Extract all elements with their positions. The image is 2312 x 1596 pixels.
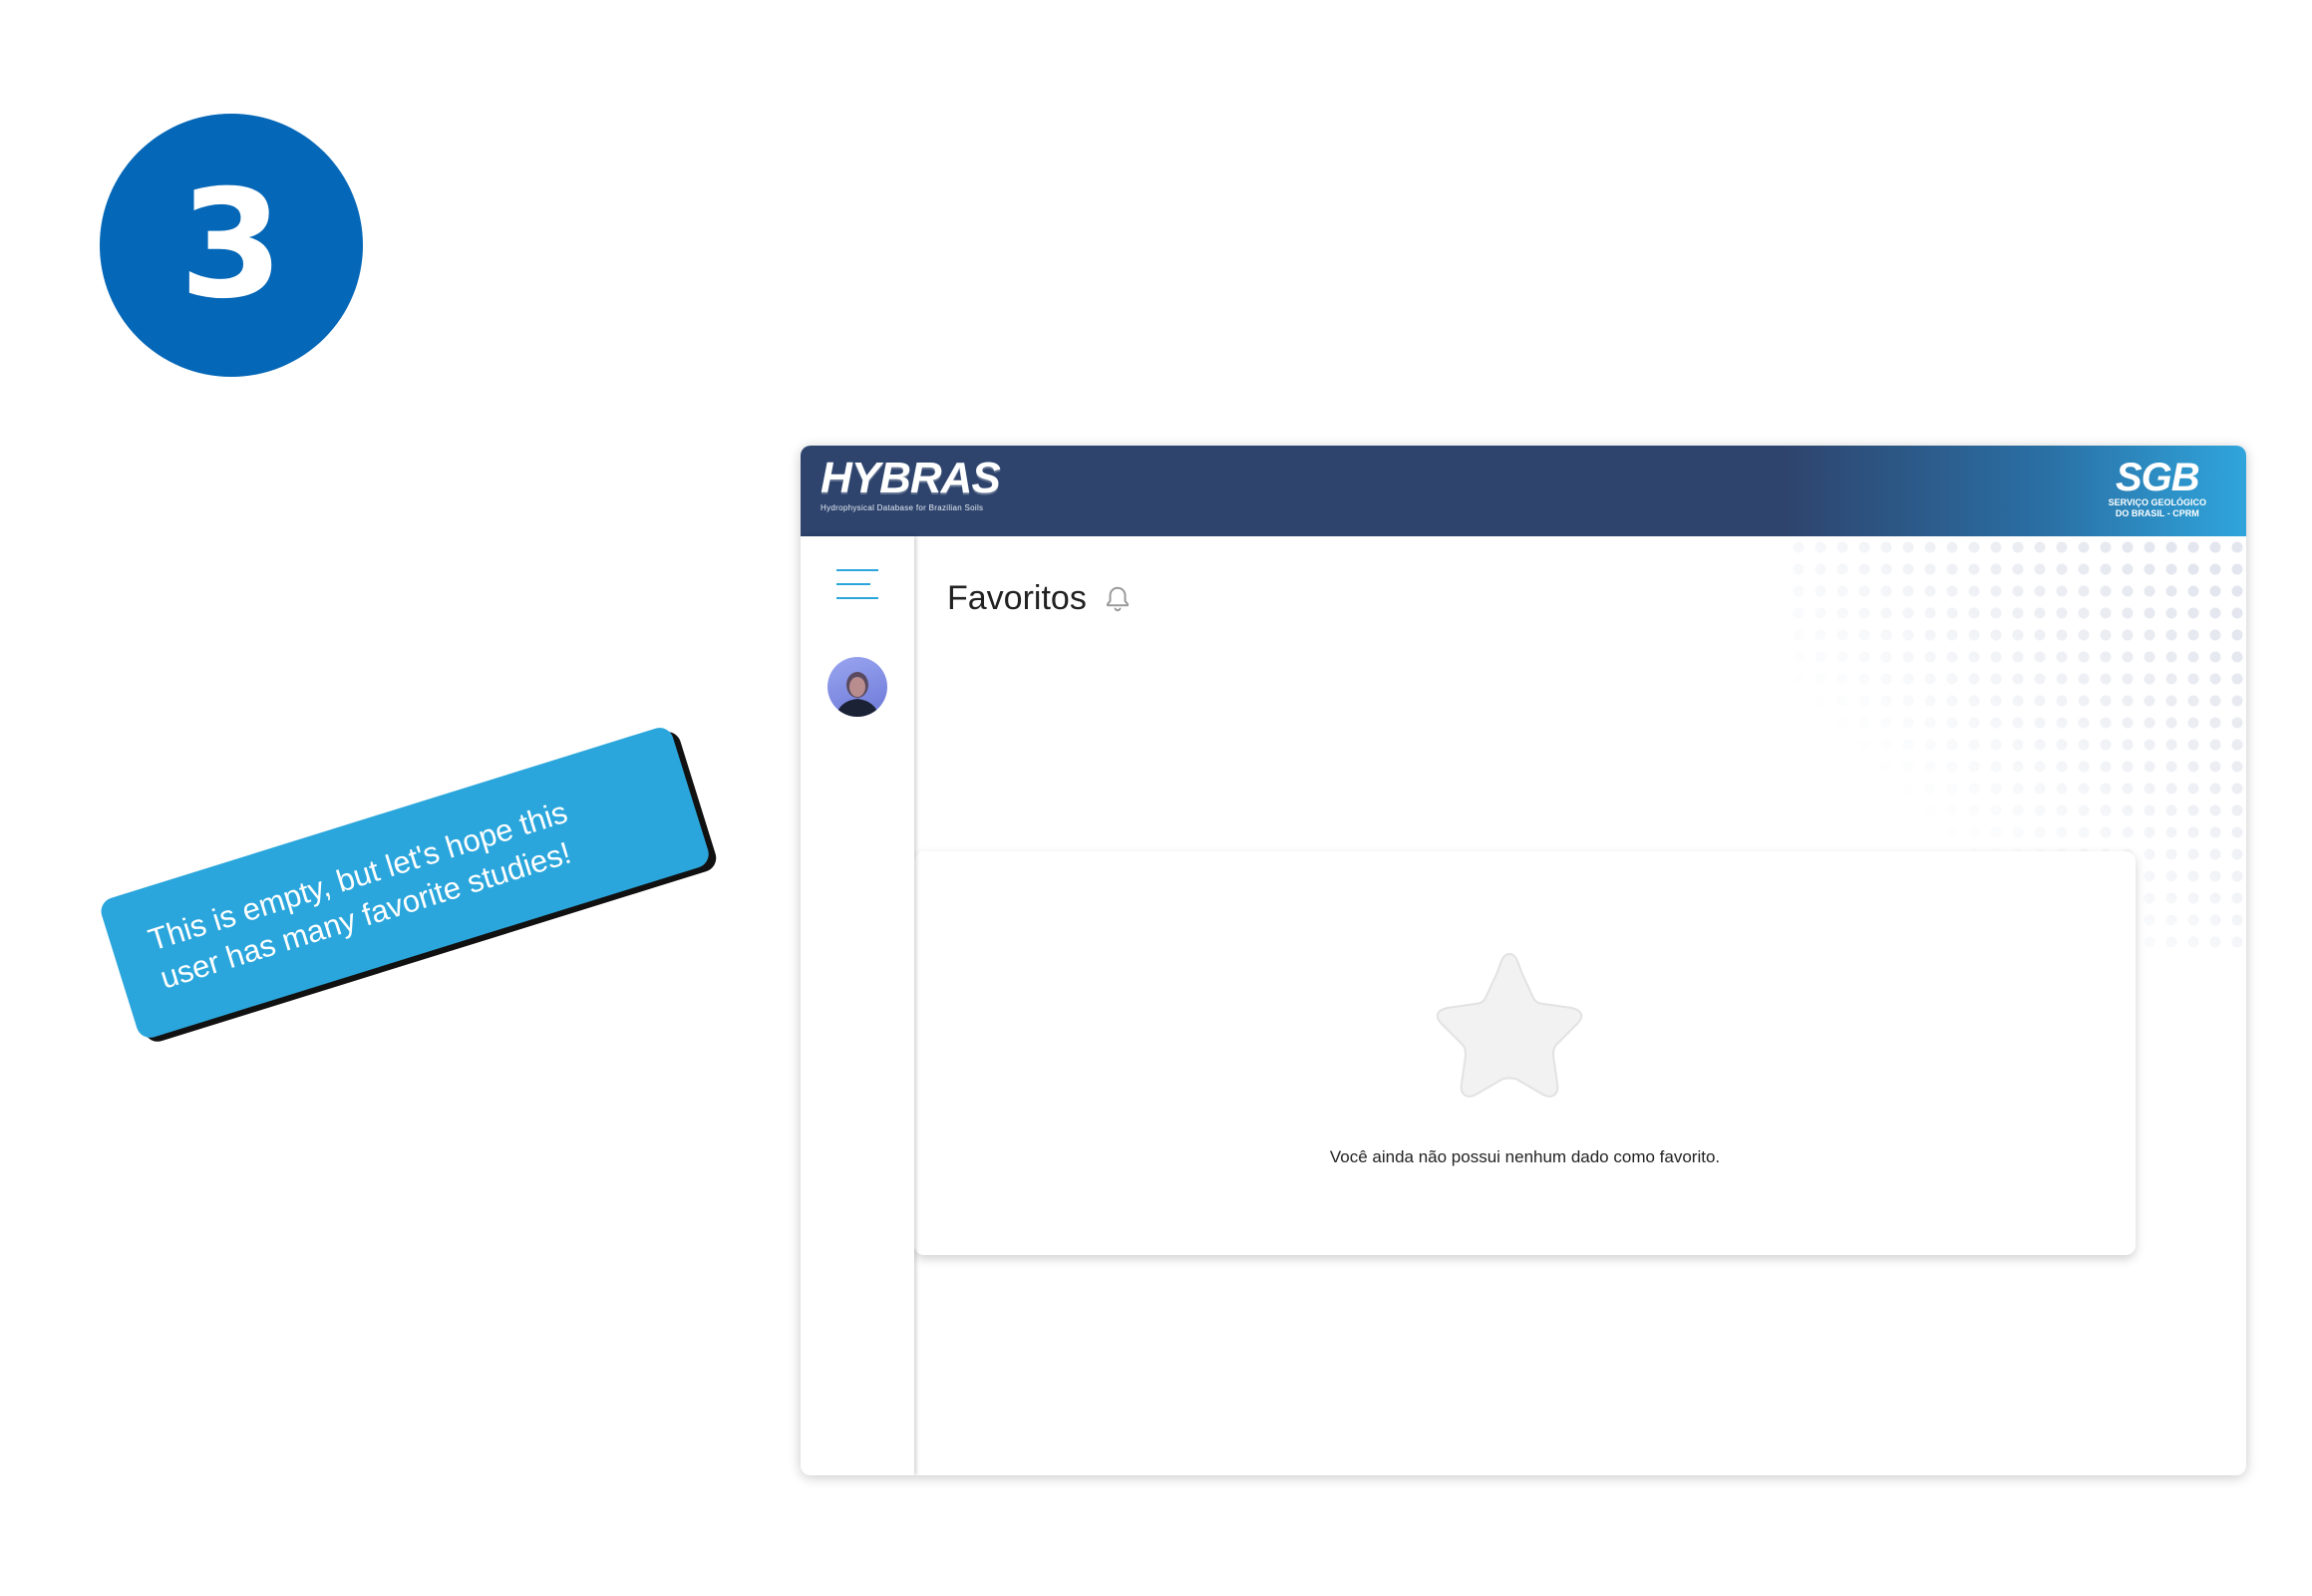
app-header: HYBRAS Hydrophysical Database for Brazil…: [801, 446, 2246, 536]
brand-subtitle: Hydrophysical Database for Brazilian Soi…: [821, 503, 984, 512]
page-title-text: Favoritos: [947, 579, 1087, 617]
page-title: Favoritos: [947, 579, 1133, 618]
callout-note: This is empty, but let's hope this user …: [98, 724, 713, 1042]
sidebar: [801, 536, 914, 1475]
user-avatar[interactable]: [827, 657, 887, 717]
app-window: HYBRAS Hydrophysical Database for Brazil…: [801, 446, 2246, 1475]
avatar-portrait-icon: [835, 672, 879, 717]
hybras-logo[interactable]: HYBRAS Hydrophysical Database for Brazil…: [821, 454, 1001, 513]
partner-name: SGB: [2115, 456, 2200, 499]
empty-state-message: Você ainda não possui nenhum dado como f…: [1329, 1147, 1721, 1166]
partner-line-2: DO BRASIL - CPRM: [2115, 508, 2199, 518]
hamburger-menu-icon[interactable]: [836, 566, 878, 602]
star-icon: [1436, 952, 1583, 1098]
bell-icon[interactable]: [1103, 584, 1133, 614]
step-number: 3: [178, 159, 284, 332]
brand-name: HYBRAS: [821, 454, 1001, 502]
step-number-badge: 3: [100, 114, 363, 377]
empty-favorites-card: Você ainda não possui nenhum dado como f…: [914, 851, 2136, 1255]
sgb-logo[interactable]: SGB SERVIÇO GEOLÓGICO DO BRASIL - CPRM: [2109, 458, 2206, 519]
partner-line-1: SERVIÇO GEOLÓGICO: [2108, 497, 2206, 507]
